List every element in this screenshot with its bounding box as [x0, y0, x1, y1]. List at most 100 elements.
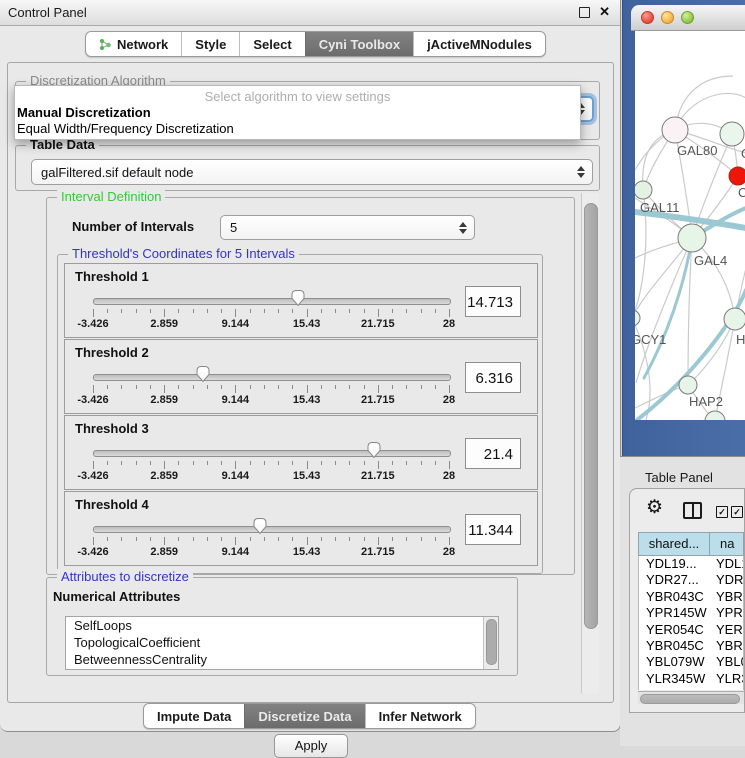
table-cell[interactable]: YIL0: [710, 687, 743, 690]
checkbox-icon[interactable]: ✓: [716, 506, 728, 518]
table-cell[interactable]: YIL052C: [639, 687, 710, 690]
threshold-slider-thumb[interactable]: [252, 517, 268, 535]
tick-mark: [264, 537, 265, 541]
table-cell[interactable]: YBL079W: [639, 654, 710, 670]
network-node-node-top-right[interactable]: [720, 122, 744, 146]
network-edge[interactable]: [688, 319, 735, 385]
settings-scrollbar-thumb[interactable]: [584, 203, 598, 629]
tab-impute-data[interactable]: Impute Data: [144, 704, 244, 728]
close-traffic-light[interactable]: [641, 11, 654, 24]
table-cell[interactable]: YDL1: [710, 556, 743, 572]
table-cell[interactable]: YLR3: [710, 671, 743, 687]
checkbox-icon[interactable]: ✓: [731, 506, 743, 518]
algorithm-popup-item[interactable]: Equal Width/Frequency Discretization: [17, 121, 234, 136]
table-cell[interactable]: YBR043C: [639, 589, 710, 605]
table-cell[interactable]: YBR045C: [639, 638, 710, 654]
float-panel-icon[interactable]: [579, 7, 590, 18]
number-of-intervals-combo[interactable]: 5: [220, 215, 475, 240]
tab-network[interactable]: Network: [86, 32, 181, 56]
column-layout-icon[interactable]: [683, 502, 702, 519]
threshold-slider-track[interactable]: [93, 450, 451, 457]
tab-select[interactable]: Select: [239, 32, 304, 56]
attribute-list-item[interactable]: SelfLoops: [66, 617, 498, 634]
apply-button[interactable]: Apply: [274, 734, 348, 758]
tick-mark: [250, 537, 251, 541]
table-row[interactable]: YPR145WYPR1: [639, 605, 743, 621]
tab-jactivemnodules[interactable]: jActiveMNodules: [413, 32, 545, 56]
slider-tick-labels: -3.4262.8599.14415.4321.71528: [93, 546, 449, 559]
table-cell[interactable]: YER054C: [639, 622, 710, 638]
network-node-GAL80[interactable]: [662, 117, 688, 143]
table-data-combo[interactable]: galFiltered.sif default node: [31, 159, 593, 185]
attributes-list-scrollbar[interactable]: [483, 617, 498, 669]
table-cell[interactable]: YER0: [710, 622, 743, 638]
threshold-slider-track[interactable]: [93, 298, 451, 305]
network-node-GCY1[interactable]: [635, 310, 640, 326]
table-cell[interactable]: YBL0: [710, 654, 743, 670]
close-icon[interactable]: ✕: [599, 4, 610, 20]
table-cell[interactable]: YDR2: [710, 572, 743, 588]
tick-label: 28: [443, 546, 455, 558]
table-row[interactable]: YBR045CYBR0: [639, 638, 743, 654]
threshold-value-field[interactable]: 14.713: [465, 286, 521, 317]
tick-mark: [264, 385, 265, 389]
tab-label: Select: [253, 37, 291, 52]
numerical-attributes-list[interactable]: SelfLoopsTopologicalCoefficientBetweenne…: [65, 616, 499, 670]
threshold-slider-thumb[interactable]: [195, 365, 211, 383]
tab-infer-network[interactable]: Infer Network: [365, 704, 475, 728]
table-cell[interactable]: YBR0: [710, 589, 743, 605]
zoom-traffic-light[interactable]: [681, 11, 694, 24]
bottom-tab-bar: Impute DataDiscretize DataInfer Network: [143, 703, 476, 729]
threshold-slider-track[interactable]: [93, 526, 451, 533]
network-edge-highlighted[interactable]: [644, 238, 692, 378]
gear-icon[interactable]: ⚙: [646, 496, 663, 519]
network-node-HAP2[interactable]: [679, 376, 697, 394]
threshold-value-field[interactable]: 6.316: [465, 362, 521, 393]
table-row[interactable]: YBR043CYBR0: [639, 589, 743, 605]
table-cell[interactable]: YLR345W: [639, 671, 710, 687]
table-cell[interactable]: YDL19...: [639, 556, 710, 572]
tab-style[interactable]: Style: [181, 32, 239, 56]
table-row[interactable]: YBL079WYBL0: [639, 654, 743, 670]
network-node-GAL4[interactable]: [678, 224, 706, 252]
threshold-slider-thumb[interactable]: [366, 441, 382, 459]
network-node-GAL11[interactable]: [635, 181, 652, 199]
tab-discretize-data[interactable]: Discretize Data: [244, 704, 364, 728]
network-node-red-node[interactable]: [729, 167, 745, 185]
tick-mark: [449, 385, 450, 393]
attributes-scrollbar-thumb[interactable]: [486, 619, 497, 665]
tick-mark: [150, 309, 151, 313]
table-cell[interactable]: YPR1: [710, 605, 743, 621]
threshold-value-field[interactable]: 11.344: [465, 514, 521, 545]
table-row[interactable]: YER054CYER0: [639, 622, 743, 638]
table-header-cell[interactable]: shared...: [639, 533, 710, 555]
table-panel-body: ⚙ ✓ ✓ shared...na YDL19...YDL1YDR27...YD…: [629, 488, 745, 713]
threshold-slider-track[interactable]: [93, 374, 451, 381]
tick-mark: [121, 537, 122, 541]
table-row[interactable]: YDR27...YDR2: [639, 572, 743, 588]
settings-vertical-scrollbar[interactable]: [581, 193, 599, 693]
network-canvas[interactable]: GAL80GACGAL11GAL4GCY1HHAP2: [635, 31, 745, 420]
table-header-cell[interactable]: na: [710, 533, 743, 555]
attributes-group: Attributes to discretize Numerical Attri…: [46, 577, 518, 676]
attribute-list-item[interactable]: TopologicalCoefficient: [66, 634, 498, 651]
tab-cyni-toolbox[interactable]: Cyni Toolbox: [305, 32, 413, 56]
table-cell[interactable]: YDR27...: [639, 572, 710, 588]
network-node-H-node[interactable]: [724, 308, 745, 330]
tick-mark: [378, 385, 379, 393]
table-scrollbar-thumb[interactable]: [640, 694, 740, 704]
threshold-slider-thumb[interactable]: [290, 289, 306, 307]
table-row[interactable]: YDL19...YDL1: [639, 556, 743, 572]
table-cell[interactable]: YBR0: [710, 638, 743, 654]
threshold-value-field[interactable]: 21.4: [465, 438, 521, 469]
attribute-list-item[interactable]: BetweennessCentrality: [66, 651, 498, 668]
table-header-row[interactable]: shared...na: [638, 532, 744, 556]
algorithm-popup-item[interactable]: Manual Discretization: [17, 105, 151, 120]
table-row[interactable]: YIL052CYIL0: [639, 687, 743, 690]
table-cell[interactable]: YPR145W: [639, 605, 710, 621]
control-panel-window: Control Panel ✕ NetworkStyleSelectCyni T…: [0, 0, 621, 732]
table-row[interactable]: YLR345WYLR3: [639, 671, 743, 687]
table-horizontal-scrollbar[interactable]: [638, 691, 744, 704]
minimize-traffic-light[interactable]: [661, 11, 674, 24]
tab-label: Network: [117, 37, 168, 52]
